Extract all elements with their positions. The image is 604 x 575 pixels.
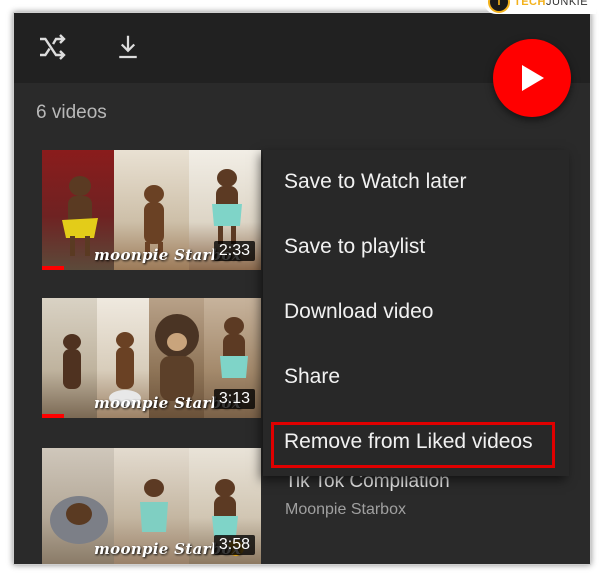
menu-item-label: Save to playlist — [284, 235, 426, 258]
menu-item-label: Remove from Liked videos — [284, 430, 533, 453]
watermark-text: TECHJUNKIE — [514, 0, 589, 8]
video-thumbnail-2[interactable]: moonpie Starbox 3:13 — [42, 298, 261, 418]
menu-item-download-video[interactable]: Download video — [263, 283, 569, 343]
video-count: 6 videos — [36, 102, 107, 123]
menu-item-label: Share — [284, 365, 341, 388]
dog-image — [63, 334, 81, 389]
site-watermark: T TECHJUNKIE — [484, 0, 597, 14]
video-thumbnail-3[interactable]: moonpie Starbox 3:58 — [42, 448, 261, 564]
video-duration: 2:33 — [213, 241, 255, 261]
watch-progress-bar — [42, 414, 64, 418]
play-icon — [522, 65, 544, 91]
menu-item-label: Save to Watch later — [284, 170, 467, 193]
play-all-button[interactable] — [493, 39, 571, 117]
video-context-menu: Save to Watch later Save to playlist Dow… — [263, 150, 569, 476]
video-duration: 3:58 — [213, 535, 255, 555]
menu-item-save-to-playlist[interactable]: Save to playlist — [263, 218, 569, 278]
menu-item-remove-from-liked[interactable]: Remove from Liked videos — [263, 413, 569, 473]
shuffle-icon[interactable] — [36, 31, 68, 63]
video-thumbnail-1[interactable]: moonpie Starbox 2:33 — [42, 150, 261, 270]
menu-item-save-to-watch-later[interactable]: Save to Watch later — [263, 153, 569, 213]
techjunkie-logo-icon: T — [488, 0, 510, 13]
video-channel[interactable]: Moonpie Starbox — [285, 501, 406, 519]
app-frame: 6 videos moonpie Starbox 2:33 moonpie St… — [13, 12, 591, 565]
download-icon[interactable] — [113, 31, 143, 63]
watch-progress-bar — [42, 266, 64, 270]
dog-image — [50, 496, 108, 544]
menu-item-share[interactable]: Share — [263, 348, 569, 408]
video-duration: 3:13 — [213, 389, 255, 409]
menu-item-label: Download video — [284, 300, 434, 323]
dog-image — [155, 314, 199, 401]
